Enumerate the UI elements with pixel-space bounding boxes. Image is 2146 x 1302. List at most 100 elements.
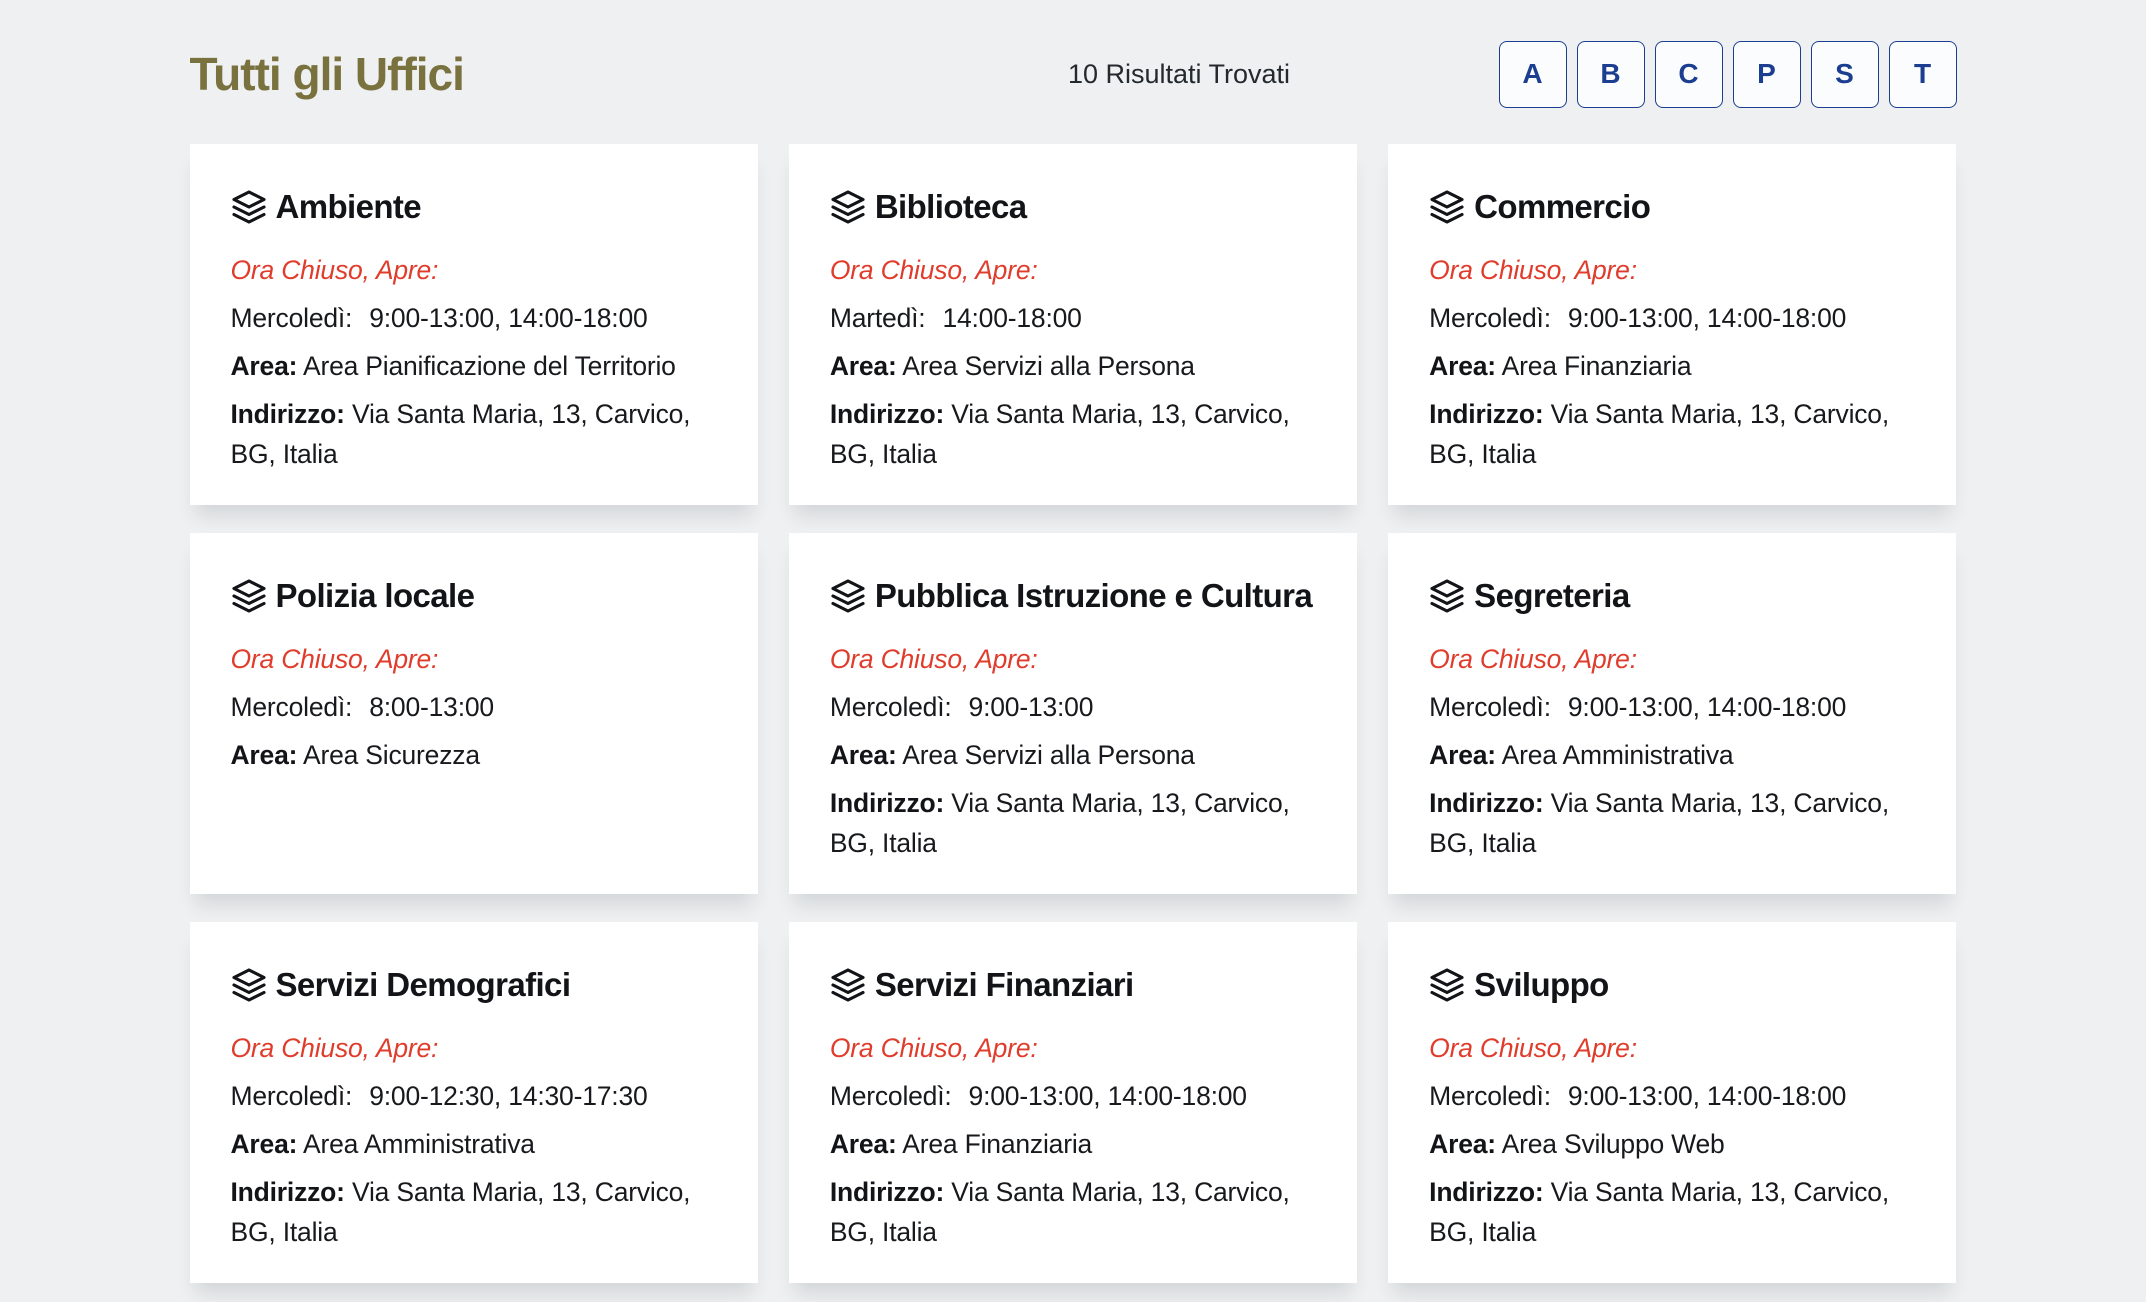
office-hours: 9:00-13:00, 14:00-18:00 bbox=[1568, 1081, 1846, 1111]
layers-icon bbox=[830, 967, 866, 1003]
layers-icon bbox=[830, 189, 866, 225]
area-label: Area: bbox=[231, 351, 298, 381]
office-address-row: Indirizzo: Via Santa Maria, 13, Carvico,… bbox=[1429, 394, 1916, 474]
office-hours-row: Martedì: 14:00-18:00 bbox=[830, 298, 1317, 338]
office-hours: 9:00-12:30, 14:30-17:30 bbox=[369, 1081, 647, 1111]
office-area-row: Area: Area Finanziaria bbox=[830, 1124, 1317, 1164]
letter-filter-button-t[interactable]: T bbox=[1889, 41, 1957, 108]
office-status: Ora Chiuso, Apre: bbox=[231, 250, 718, 290]
address-label: Indirizzo: bbox=[830, 788, 944, 818]
office-status: Ora Chiuso, Apre: bbox=[231, 639, 718, 679]
office-hours: 9:00-13:00, 14:00-18:00 bbox=[969, 1081, 1247, 1111]
office-card[interactable]: Ambiente Ora Chiuso, Apre: Mercoledì:9:0… bbox=[190, 144, 758, 505]
office-card[interactable]: Pubblica Istruzione e Cultura Ora Chiuso… bbox=[789, 533, 1357, 894]
area-label: Area: bbox=[231, 1129, 298, 1159]
office-day: Mercoledì: bbox=[830, 1081, 952, 1111]
address-label: Indirizzo: bbox=[231, 399, 345, 429]
office-area: Area Sicurezza bbox=[303, 740, 480, 770]
office-area-row: Area: Area Pianificazione del Territorio bbox=[231, 346, 718, 386]
area-label: Area: bbox=[231, 740, 298, 770]
office-status: Ora Chiuso, Apre: bbox=[830, 250, 1317, 290]
letter-filter-button-s[interactable]: S bbox=[1811, 41, 1879, 108]
office-area-row: Area: Area Sviluppo Web bbox=[1429, 1124, 1916, 1164]
office-hours: 9:00-13:00 bbox=[969, 692, 1094, 722]
office-hours-row: Mercoledì:8:00-13:00 bbox=[231, 687, 718, 727]
office-address-row: Indirizzo: Via Santa Maria, 13, Carvico,… bbox=[830, 1172, 1317, 1252]
office-area-row: Area: Area Finanziaria bbox=[1429, 346, 1916, 386]
office-status: Ora Chiuso, Apre: bbox=[231, 1028, 718, 1068]
office-card[interactable]: Segreteria Ora Chiuso, Apre: Mercoledì: 9… bbox=[1388, 533, 1956, 894]
office-card[interactable]: Servizi Finanziari Ora Chiuso, Apre: Mer… bbox=[789, 922, 1357, 1283]
office-day: Mercoledì: bbox=[231, 1081, 353, 1111]
address-label: Indirizzo: bbox=[231, 1177, 345, 1207]
office-address-row: Indirizzo: Via Santa Maria, 13, Carvico,… bbox=[231, 394, 718, 474]
office-area: Area Amministrativa bbox=[303, 1129, 535, 1159]
office-name: Biblioteca bbox=[875, 188, 1027, 226]
office-card-header: Pubblica Istruzione e Cultura bbox=[830, 577, 1317, 615]
office-card[interactable]: Commercio Ora Chiuso, Apre: Mercoledì:9:… bbox=[1388, 144, 1956, 505]
office-area-row: Area: Area Amministrativa bbox=[231, 1124, 718, 1164]
office-day: Mercoledì: bbox=[1429, 303, 1551, 333]
office-day: Mercoledì: bbox=[231, 692, 353, 722]
address-label: Indirizzo: bbox=[1429, 1177, 1543, 1207]
office-hours-row: Mercoledì: 9:00-13:00, 14:00-18:00 bbox=[1429, 1076, 1916, 1116]
office-name: Ambiente bbox=[276, 188, 422, 226]
letter-filter-button-a[interactable]: A bbox=[1499, 41, 1567, 108]
office-status: Ora Chiuso, Apre: bbox=[1429, 639, 1916, 679]
office-area-row: Area: Area Servizi alla Persona bbox=[830, 346, 1317, 386]
office-card-header: Sviluppo bbox=[1429, 966, 1916, 1004]
office-address-row: Indirizzo: Via Santa Maria, 13, Carvico,… bbox=[1429, 783, 1916, 863]
area-label: Area: bbox=[830, 740, 897, 770]
office-hours-row: Mercoledì: 9:00-13:00, 14:00-18:00 bbox=[1429, 687, 1916, 727]
office-status: Ora Chiuso, Apre: bbox=[1429, 250, 1916, 290]
letter-filter-button-b[interactable]: B bbox=[1577, 41, 1645, 108]
office-address-row: Indirizzo: Via Santa Maria, 13, Carvico,… bbox=[830, 394, 1317, 474]
office-card-header: Biblioteca bbox=[830, 188, 1317, 226]
office-card-header: Polizia locale bbox=[231, 577, 718, 615]
office-address-row: Indirizzo: Via Santa Maria, 13, Carvico,… bbox=[830, 783, 1317, 863]
office-hours: 14:00-18:00 bbox=[942, 303, 1081, 333]
office-status: Ora Chiuso, Apre: bbox=[1429, 1028, 1916, 1068]
page-title: Tutti gli Uffici bbox=[190, 47, 464, 101]
results-count: 10 Risultati Trovati bbox=[1068, 59, 1290, 90]
office-area-row: Area: Area Servizi alla Persona bbox=[830, 735, 1317, 775]
area-label: Area: bbox=[1429, 351, 1496, 381]
office-address-row: Indirizzo: Via Santa Maria, 13, Carvico,… bbox=[1429, 1172, 1916, 1252]
office-hours: 9:00-13:00, 14:00-18:00 bbox=[1568, 692, 1846, 722]
area-label: Area: bbox=[1429, 1129, 1496, 1159]
letter-filter-button-c[interactable]: C bbox=[1655, 41, 1723, 108]
office-hours-row: Mercoledì:9:00-13:00 bbox=[830, 687, 1317, 727]
layers-icon bbox=[1429, 578, 1465, 614]
letter-filter-button-p[interactable]: P bbox=[1733, 41, 1801, 108]
office-card-header: Servizi Demografici bbox=[231, 966, 718, 1004]
office-hours-row: Mercoledì: 9:00-13:00, 14:00-18:00 bbox=[830, 1076, 1317, 1116]
layers-icon bbox=[1429, 967, 1465, 1003]
office-name: Sviluppo bbox=[1474, 966, 1609, 1004]
office-name: Servizi Finanziari bbox=[875, 966, 1134, 1004]
office-card[interactable]: Polizia locale Ora Chiuso, Apre: Mercole… bbox=[190, 533, 758, 894]
office-area-row: Area: Area Sicurezza bbox=[231, 735, 718, 775]
layers-icon bbox=[1429, 189, 1465, 225]
office-card[interactable]: Biblioteca Ora Chiuso, Apre: Martedì: 14:… bbox=[789, 144, 1357, 505]
page-header: Tutti gli Uffici 10 Risultati Trovati AB… bbox=[190, 36, 1957, 112]
office-card-header: Servizi Finanziari bbox=[830, 966, 1317, 1004]
office-day: Mercoledì: bbox=[1429, 692, 1551, 722]
office-day: Martedì: bbox=[830, 303, 926, 333]
office-card[interactable]: Servizi Demografici Ora Chiuso, Apre: Me… bbox=[190, 922, 758, 1283]
office-name: Polizia locale bbox=[276, 577, 475, 615]
address-label: Indirizzo: bbox=[1429, 399, 1543, 429]
office-area: Area Pianificazione del Territorio bbox=[303, 351, 676, 381]
office-status: Ora Chiuso, Apre: bbox=[830, 1028, 1317, 1068]
office-address-row: Indirizzo: Via Santa Maria, 13, Carvico,… bbox=[231, 1172, 718, 1252]
office-day: Mercoledì: bbox=[1429, 1081, 1551, 1111]
letter-filter-group: ABCPST bbox=[1499, 41, 1957, 108]
office-day: Mercoledì: bbox=[231, 303, 353, 333]
office-name: Segreteria bbox=[1474, 577, 1629, 615]
office-area: Area Finanziaria bbox=[902, 1129, 1092, 1159]
office-name: Commercio bbox=[1474, 188, 1650, 226]
office-area-row: Area: Area Amministrativa bbox=[1429, 735, 1916, 775]
office-hours-row: Mercoledì:9:00-13:00, 14:00-18:00 bbox=[231, 298, 718, 338]
office-area: Area Servizi alla Persona bbox=[902, 351, 1195, 381]
office-card[interactable]: Sviluppo Ora Chiuso, Apre: Mercoledì: 9:0… bbox=[1388, 922, 1956, 1283]
office-card-header: Segreteria bbox=[1429, 577, 1916, 615]
